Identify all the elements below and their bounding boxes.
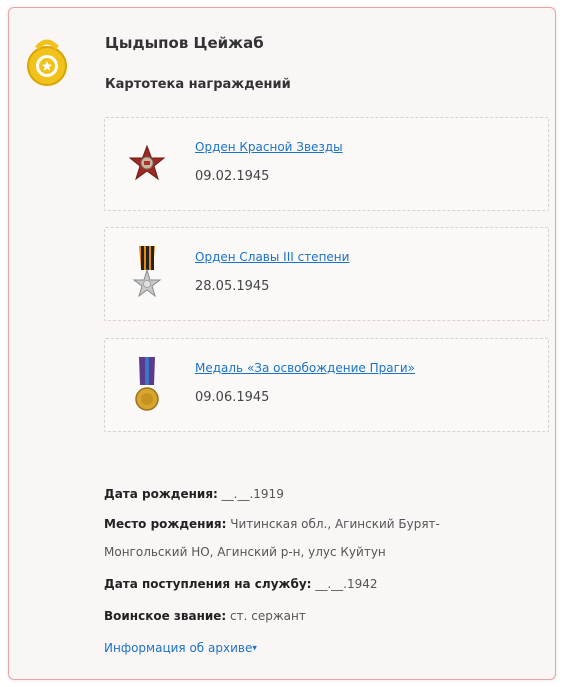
service-date-label: Дата поступления на службу: (104, 577, 312, 591)
person-name: Цыдыпов Цейжаб (105, 34, 264, 52)
prague-liberation-medal-icon (135, 357, 159, 411)
archive-info-link[interactable]: Информация об архиве▾ (104, 641, 257, 655)
archive-info-label: Информация об архиве (104, 641, 253, 655)
award-date: 28.05.1945 (195, 279, 270, 294)
chevron-down-icon: ▾ (252, 643, 257, 654)
award-card: Орден Красной Звезды 09.02.1945 (104, 117, 549, 211)
award-date: 09.06.1945 (195, 390, 270, 405)
award-link[interactable]: Медаль «За освобождение Праги» (195, 361, 415, 375)
section-title: Картотека награждений (105, 77, 291, 92)
award-link[interactable]: Орден Славы III степени (195, 250, 349, 264)
award-card: Медаль «За освобождение Праги» 09.06.194… (104, 338, 549, 432)
birth-date-value: __.__.1919 (221, 487, 284, 501)
service-date-row: Дата поступления на службу: __.__.1942 (104, 577, 377, 591)
birth-place-line2: Монгольский НО, Агинский р-н, улус Куйту… (104, 545, 386, 559)
award-link[interactable]: Орден Красной Звезды (195, 140, 343, 154)
birth-place-row-continued: Монгольский НО, Агинский р-н, улус Куйту… (104, 545, 386, 559)
service-date-value: __.__.1942 (315, 577, 378, 591)
award-date: 09.02.1945 (195, 169, 270, 184)
birth-date-label: Дата рождения: (104, 487, 218, 501)
rank-value: ст. сержант (230, 609, 306, 623)
birth-date-row: Дата рождения: __.__.1919 (104, 487, 284, 501)
order-of-glory-icon (132, 246, 162, 298)
birth-place-line1: Читинская обл., Агинский Бурят- (230, 517, 440, 531)
award-card: Орден Славы III степени 28.05.1945 (104, 227, 549, 321)
red-star-order-icon (128, 144, 166, 181)
rank-row: Воинское звание: ст. сержант (104, 609, 306, 623)
medal-icon (27, 39, 67, 86)
birth-place-label: Место рождения: (104, 517, 227, 531)
birth-place-row: Место рождения: Читинская обл., Агинский… (104, 517, 440, 531)
rank-label: Воинское звание: (104, 609, 227, 623)
